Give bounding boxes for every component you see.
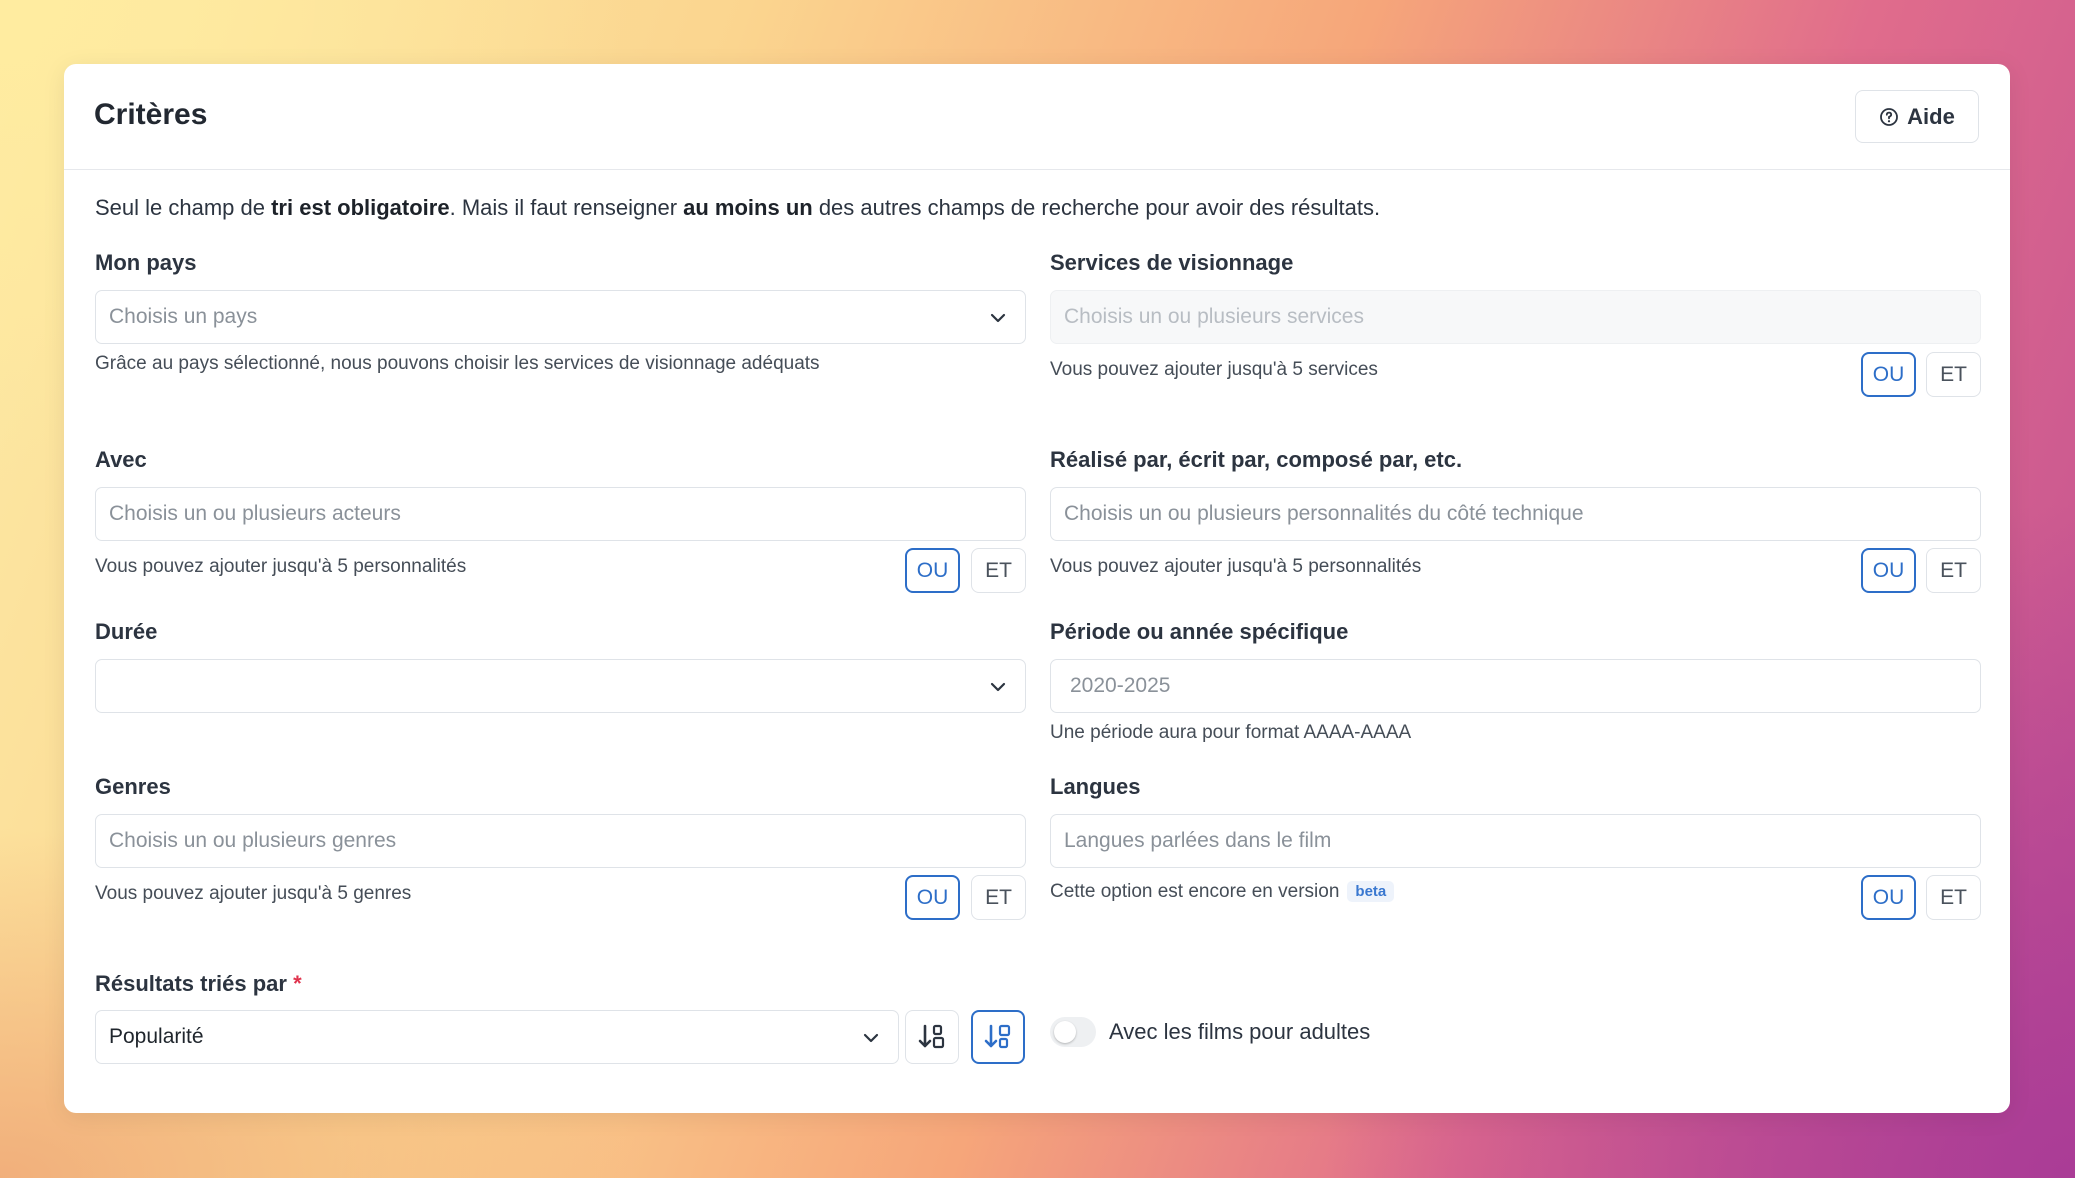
services-or-button[interactable]: OU (1861, 352, 1916, 397)
sort-ascending-icon (918, 1024, 945, 1049)
genres-or-button[interactable]: OU (905, 875, 960, 920)
crew-help: Vous pouvez ajouter jusqu'à 5 personnali… (1050, 556, 1422, 577)
intro-bold: au moins un (683, 195, 813, 220)
languages-help-row: Cette option est encore en version beta (1050, 881, 1395, 903)
crew-input[interactable]: Choisis un ou plusieurs personnalités du… (1050, 487, 1981, 541)
question-circle-icon (1880, 107, 1899, 126)
sort-label-row: Résultats triés par * (95, 971, 302, 997)
period-help: Une période aura pour format AAAA-AAAA (1050, 722, 1412, 743)
cast-or-button[interactable]: OU (905, 548, 960, 593)
intro-part: des autres champs de recherche pour avoi… (812, 195, 1381, 220)
languages-or-button[interactable]: OU (1861, 875, 1916, 920)
sort-select[interactable]: Popularité (95, 1010, 899, 1064)
period-input[interactable]: 2020-2025 (1050, 659, 1981, 713)
cast-help: Vous pouvez ajouter jusqu'à 5 personnali… (95, 556, 467, 577)
crew-placeholder: Choisis un ou plusieurs personnalités du… (1064, 502, 1584, 525)
services-label: Services de visionnage (1050, 250, 1294, 275)
crew-and-button[interactable]: ET (1926, 548, 1981, 593)
genres-placeholder: Choisis un ou plusieurs genres (109, 829, 397, 852)
services-help: Vous pouvez ajouter jusqu'à 5 services (1050, 359, 1378, 380)
languages-and-button[interactable]: ET (1926, 875, 1981, 920)
sort-ascending-button[interactable] (905, 1010, 959, 1064)
genres-label: Genres (95, 774, 171, 799)
help-button-label: Aide (1907, 103, 1955, 129)
country-label: Mon pays (95, 250, 197, 275)
card-header: Critères Aide (64, 64, 2010, 170)
services-and-button[interactable]: ET (1926, 352, 1981, 397)
languages-input[interactable]: Langues parlées dans le film (1050, 814, 1981, 868)
genres-and-button[interactable]: ET (971, 875, 1026, 920)
services-input[interactable]: Choisis un ou plusieurs services (1050, 290, 1981, 344)
chevron-down-icon (990, 313, 1006, 323)
duration-select[interactable] (95, 659, 1026, 713)
toggle-knob (1054, 1021, 1076, 1043)
required-mark: * (293, 971, 302, 996)
adult-toggle[interactable] (1050, 1017, 1096, 1047)
intro-text: Seul le champ de tri est obligatoire. Ma… (95, 195, 1380, 221)
sort-label: Résultats triés par (95, 971, 287, 996)
chevron-down-icon (990, 682, 1006, 692)
period-placeholder: 2020-2025 (1070, 674, 1171, 697)
criteria-card: Critères Aide Seul le champ de tri est o… (64, 64, 2010, 1113)
intro-part: . Mais il faut renseigner (449, 195, 684, 220)
country-placeholder: Choisis un pays (109, 305, 258, 328)
genres-input[interactable]: Choisis un ou plusieurs genres (95, 814, 1026, 868)
services-placeholder: Choisis un ou plusieurs services (1064, 305, 1364, 328)
cast-label: Avec (95, 447, 147, 472)
chevron-down-icon (863, 1033, 879, 1043)
cast-placeholder: Choisis un ou plusieurs acteurs (109, 502, 401, 525)
duration-label: Durée (95, 619, 158, 644)
adult-label: Avec les films pour adultes (1109, 1019, 1371, 1044)
languages-placeholder: Langues parlées dans le film (1064, 829, 1332, 852)
period-label: Période ou année spécifique (1050, 619, 1349, 644)
intro-part: Seul le champ de (95, 195, 272, 220)
sort-value: Popularité (109, 1025, 204, 1048)
beta-badge: beta (1347, 881, 1395, 903)
cast-input[interactable]: Choisis un ou plusieurs acteurs (95, 487, 1026, 541)
card-title: Critères (94, 98, 208, 131)
help-button[interactable]: Aide (1855, 90, 1979, 143)
intro-bold: tri est obligatoire (271, 195, 450, 220)
languages-help: Cette option est encore en version (1050, 881, 1340, 902)
cast-and-button[interactable]: ET (971, 548, 1026, 593)
country-help: Grâce au pays sélectionné, nous pouvons … (95, 353, 820, 374)
genres-help: Vous pouvez ajouter jusqu'à 5 genres (95, 883, 412, 904)
sort-descending-icon (984, 1024, 1011, 1049)
languages-label: Langues (1050, 774, 1141, 799)
sort-descending-button[interactable] (971, 1010, 1025, 1064)
crew-label: Réalisé par, écrit par, composé par, etc… (1050, 447, 1463, 472)
crew-or-button[interactable]: OU (1861, 548, 1916, 593)
country-select[interactable]: Choisis un pays (95, 290, 1026, 344)
